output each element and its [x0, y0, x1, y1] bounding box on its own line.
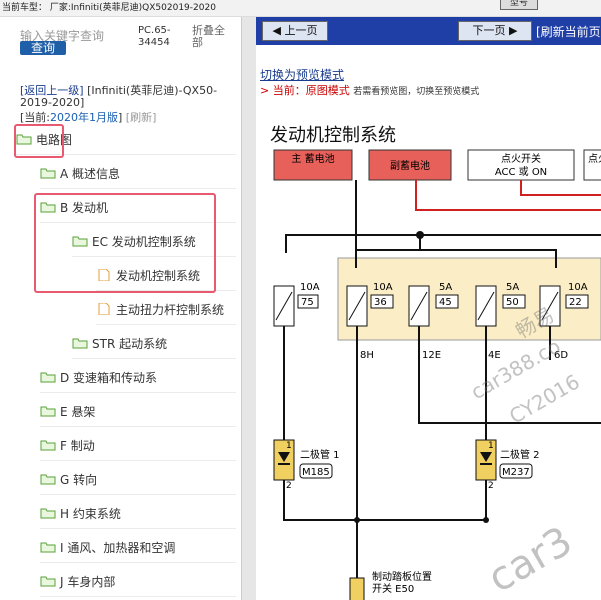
- fold-all-button[interactable]: 折叠全部: [192, 25, 234, 49]
- preview-mode-link[interactable]: 切换为预览模式: [260, 66, 344, 83]
- diode-2-pin1: 1: [488, 441, 494, 451]
- fuse-amp: 10A: [373, 282, 393, 293]
- tree-item-label: STR 起动系统: [92, 336, 168, 351]
- aux-battery-label: 副蓄电池: [390, 159, 430, 172]
- folder-icon: [40, 474, 56, 485]
- folder-icon: [40, 508, 56, 519]
- tree-item-i[interactable]: I 通风、加热器和空调: [40, 532, 236, 563]
- sidebar: 输入关键字查询 查询 PC.65-34454 折叠全部 [返回上一级] [Inf…: [0, 17, 241, 600]
- prev-page-button[interactable]: ◀ 上一页: [262, 21, 328, 41]
- tree-item-label: I 通风、加热器和空调: [60, 540, 176, 555]
- diode-2-label: 二极管 2: [500, 448, 540, 461]
- tree-item-label: 主动扭力杆控制系统: [116, 302, 225, 317]
- fuse-num: 36: [374, 297, 387, 308]
- tree-item-label: E 悬架: [60, 404, 96, 419]
- folder-icon: [40, 440, 56, 451]
- tree-item-j[interactable]: J 车身内部: [40, 566, 236, 597]
- diagram-viewer: ◀ 上一页 下一页 ▶ [刷新当前页 切换为预览模式 > 当前：原图模式 若需看…: [256, 17, 601, 600]
- fuse-75: 10A 75: [273, 282, 320, 327]
- pin-label: 4E: [488, 350, 501, 361]
- ignition-label-2: ACC 或 ON: [495, 166, 547, 178]
- fuse-num: 22: [569, 297, 582, 308]
- tree-item-f[interactable]: F 制动: [40, 430, 236, 461]
- diode-1-pin1: 1: [286, 441, 292, 451]
- diode-1-label: 二极管 1: [300, 448, 340, 461]
- pin-label: 8H: [360, 350, 374, 361]
- next-label: 下一页: [472, 24, 506, 37]
- folder-icon: [40, 406, 56, 417]
- folder-icon: [40, 372, 56, 383]
- current-mode: > 当前：原图模式 若需看预览图，切换至预览模式: [260, 82, 479, 98]
- tree-item-e[interactable]: E 悬架: [40, 396, 236, 427]
- mode-value: 原图模式: [305, 84, 350, 97]
- current-suffix: ]: [118, 111, 123, 124]
- tree-item-torque-rod[interactable]: 主动扭力杆控制系统: [96, 294, 236, 325]
- main-battery-label-1: 主 蓄电池: [291, 152, 334, 165]
- fuse-amp: 5A: [439, 282, 452, 293]
- fuse-amp: 5A: [506, 282, 519, 293]
- tree-item-label: H 约束系统: [60, 506, 121, 521]
- tree-item-d[interactable]: D 变速箱和传动系: [40, 362, 236, 393]
- ignition-label-1: 点火开关: [501, 152, 541, 165]
- current-prefix: [当前:: [20, 111, 50, 124]
- brake-switch: 制动踏板位置 开关 E50: [349, 570, 432, 600]
- tree-item-label: F 制动: [60, 438, 95, 453]
- tree-item-str[interactable]: STR 起动系统: [72, 328, 236, 359]
- highlight-box: [34, 193, 216, 293]
- tree-item-label: D 变速箱和传动系: [60, 370, 158, 385]
- tree-item-a[interactable]: A 概述信息: [40, 158, 236, 189]
- breadcrumb: [返回上一级] [Infiniti(英菲尼迪)-QX50-2019-2020]: [20, 85, 235, 109]
- tree-item-label: A 概述信息: [60, 166, 121, 181]
- brake-switch-l2: 开关 E50: [372, 582, 414, 595]
- fuse-amp: 10A: [568, 282, 588, 293]
- diode-1-conn: M185: [302, 467, 330, 478]
- prev-label: 上一页: [284, 24, 318, 37]
- fuse-num: 75: [301, 297, 314, 308]
- current-version-link[interactable]: 2020年1月版: [50, 111, 118, 124]
- tree-item-h[interactable]: H 约束系统: [40, 498, 236, 529]
- vehicle-info: 当前车型： 厂家:Infiniti(英菲尼迪)QX502019-2020: [2, 3, 216, 13]
- tree-item-g[interactable]: G 转向: [40, 464, 236, 495]
- diode-1-pin2: 2: [286, 481, 292, 491]
- fuse-amp: 10A: [300, 282, 320, 293]
- pin-label: 12E: [422, 350, 441, 361]
- right-box-label: 点火: [588, 153, 601, 165]
- diode-2-pin2: 2: [488, 481, 494, 491]
- fuse-num: 45: [439, 297, 452, 308]
- highlight-box: [14, 124, 64, 158]
- sidebar-scrollbar[interactable]: [241, 17, 256, 600]
- fuse-num: 50: [506, 297, 519, 308]
- folder-icon: [40, 576, 56, 587]
- brake-switch-l1: 制动踏板位置: [372, 570, 432, 583]
- mode-note: 若需看预览图，切换至预览模式: [353, 87, 480, 97]
- query-button[interactable]: 查询: [20, 41, 66, 55]
- folder-icon: [40, 542, 56, 553]
- next-page-button[interactable]: 下一页 ▶: [458, 21, 532, 41]
- folder-icon: [72, 338, 88, 349]
- pc-code: PC.65-34454: [138, 25, 171, 48]
- tree-item-label: G 转向: [60, 472, 98, 487]
- folder-icon: [40, 168, 56, 179]
- mode-prefix: > 当前：: [260, 84, 306, 97]
- tree-item-label: J 车身内部: [60, 574, 116, 589]
- diode-2-conn: M237: [502, 467, 530, 478]
- file-icon: [98, 303, 110, 315]
- refresh-page-link[interactable]: [刷新当前页: [536, 23, 601, 40]
- model-tab[interactable]: 型号: [500, 0, 538, 10]
- refresh-link[interactable]: [刷新]: [126, 111, 157, 124]
- current-version: [当前:2020年1月版] [刷新]: [20, 109, 156, 125]
